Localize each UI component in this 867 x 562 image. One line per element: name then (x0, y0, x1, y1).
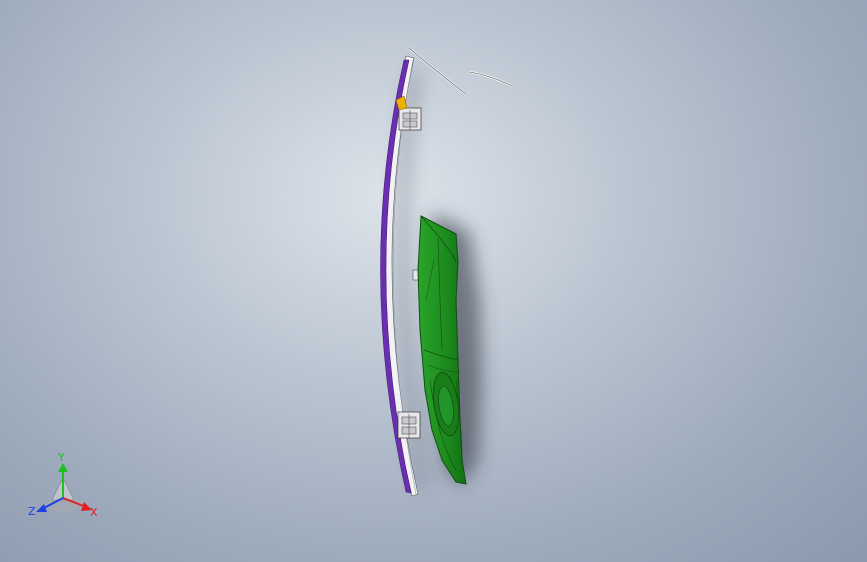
top-arc-piece[interactable] (469, 70, 513, 88)
x-axis-label: X (90, 506, 98, 519)
model-scene[interactable]: Y X Z (0, 0, 867, 562)
z-axis-arrow (36, 504, 47, 512)
bottom-bracket[interactable] (397, 411, 421, 439)
y-axis-label: Y (57, 451, 65, 464)
orientation-triad[interactable]: Y X Z (28, 451, 98, 519)
graphics-viewport[interactable]: Y X Z (0, 0, 867, 562)
z-axis-label: Z (28, 505, 36, 518)
y-axis-arrow (58, 463, 68, 472)
